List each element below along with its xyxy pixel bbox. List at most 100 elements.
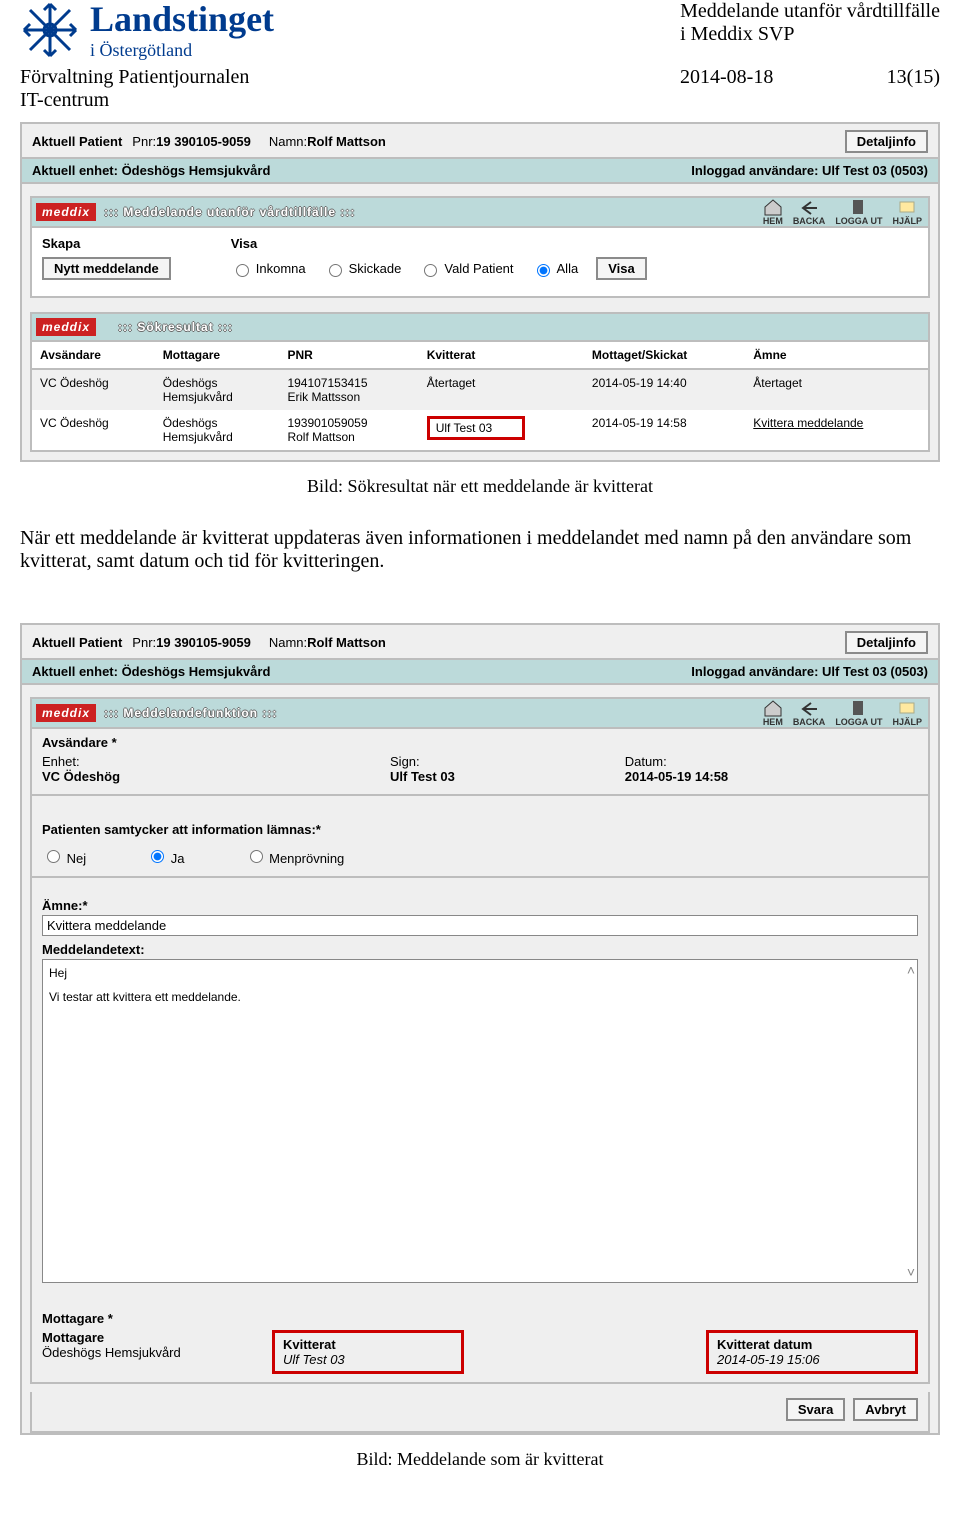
radio-inbox[interactable] (236, 264, 249, 277)
home-icon (763, 699, 783, 717)
radio-men[interactable] (250, 850, 263, 863)
ack-date-label: Kvitterat datum (717, 1337, 907, 1352)
radio-men-label: Menprövning (269, 851, 344, 866)
cell-recipient: Ödeshögs (163, 376, 272, 390)
table-row[interactable]: VC Ödeshög ÖdeshögsHemsjukvård 194107153… (32, 369, 928, 410)
nav-back-label: BACKA (793, 717, 826, 727)
cell-pnr: 193901059059 (287, 416, 410, 430)
col-pnr: PNR (279, 342, 418, 369)
logged-in-user: Inloggad användare: Ulf Test 03 (0503) (691, 664, 928, 679)
radio-sent[interactable] (329, 264, 342, 277)
consent-legend: Patienten samtycker att information lämn… (42, 822, 918, 837)
reply-button[interactable]: Svara (786, 1398, 845, 1421)
radio-patient-label: Vald Patient (444, 261, 513, 276)
sender-date-label: Datum: (625, 754, 728, 769)
doc-page: 13(15) (880, 66, 940, 112)
radio-all[interactable] (537, 264, 550, 277)
recipient-fieldset: Mottagare * Mottagare Ödeshögs Hemsjukvå… (30, 1303, 930, 1384)
sender-sign-label: Sign: (390, 754, 455, 769)
cell-dt: 2014-05-19 14:58 (584, 410, 745, 450)
nav-back-label: BACKA (793, 216, 826, 226)
app-panel-search: Aktuell Patient Pnr: 19 390105-9059 Namn… (20, 122, 940, 462)
message-label: Meddelandetext: (30, 936, 930, 959)
doc-date: 2014-08-18 (680, 66, 880, 112)
doc-title-right: Meddelande utanför vårdtillfälle i Meddi… (680, 0, 940, 46)
col-subject: Ämne (745, 342, 928, 369)
create-group: Skapa Nytt meddelande (42, 236, 171, 280)
nav-home[interactable]: HEM (763, 699, 783, 727)
doc-title-line1: Meddelande utanför vårdtillfälle (680, 0, 940, 23)
name-label: Namn: (269, 635, 307, 650)
results-table: Avsändare Mottagare PNR Kvitterat Mottag… (32, 342, 928, 450)
nav-logout-label: LOGGA UT (835, 216, 882, 226)
col-acknowledged: Kvitterat (419, 342, 584, 369)
name-value: Rolf Mattson (307, 134, 386, 149)
back-icon (799, 699, 819, 717)
cancel-button[interactable]: Avbryt (853, 1398, 918, 1421)
cell-recipient2: Hemsjukvård (163, 390, 272, 404)
msg-line1: Hej (49, 966, 911, 980)
cell-ack: Återtaget (419, 369, 584, 410)
nav-home-label: HEM (763, 717, 783, 727)
scroll-up-icon[interactable]: ˄ (907, 962, 915, 978)
nav-help[interactable]: HJÄLP (892, 198, 922, 226)
pnr-value: 19 390105-9059 (156, 134, 251, 149)
cell-dt: 2014-05-19 14:40 (584, 369, 745, 410)
radio-no-label: Nej (67, 851, 87, 866)
scroll-down-icon[interactable]: ˅ (907, 1264, 915, 1280)
nav-home[interactable]: HEM (763, 198, 783, 226)
patient-bar-label: Aktuell Patient (32, 635, 122, 650)
nav-logout[interactable]: LOGGA UT (835, 699, 882, 727)
nav-help[interactable]: HJÄLP (892, 699, 922, 727)
radio-no[interactable] (47, 850, 60, 863)
sender-legend: Avsändare * (42, 735, 918, 750)
radio-sent-label: Skickade (349, 261, 402, 276)
sender-unit: VC Ödeshög (42, 769, 120, 784)
figure-caption-1: Bild: Sökresultat när ett meddelande är … (20, 476, 940, 497)
help-icon (897, 699, 917, 717)
section-title-msg: ::: Meddelande utanför vårdtillfälle ::: (104, 205, 355, 219)
body-paragraph: När ett meddelande är kvitterat uppdater… (20, 527, 940, 573)
ack-by: Ulf Test 03 (283, 1352, 345, 1367)
detail-button[interactable]: Detaljinfo (845, 130, 928, 153)
doc-title-line2: i Meddix SVP (680, 23, 940, 46)
brand-block: Landstinget i Östergötland (20, 0, 274, 60)
radio-yes[interactable] (151, 850, 164, 863)
brand-subtitle: i Östergötland (90, 41, 274, 59)
detail-button[interactable]: Detaljinfo (845, 631, 928, 654)
new-message-button[interactable]: Nytt meddelande (42, 257, 171, 280)
sender-fieldset: Avsändare * Enhet:VC Ödeshög Sign:Ulf Te… (30, 729, 930, 796)
show-group: Visa Inkomna Skickade Vald Patient Alla … (231, 236, 647, 280)
section-title-msgfunc: ::: Meddelandefunktion ::: (104, 706, 277, 720)
pnr-label: Pnr: (132, 134, 156, 149)
patient-bar: Aktuell Patient Pnr: 19 390105-9059 Namn… (22, 124, 938, 159)
create-heading: Skapa (42, 236, 171, 251)
subject-input[interactable] (42, 915, 918, 936)
radio-patient[interactable] (424, 264, 437, 277)
message-textarea[interactable]: Hej Vi testar att kvittera ett meddeland… (42, 959, 918, 1283)
document-header: Landstinget i Östergötland Meddelande ut… (20, 0, 940, 60)
back-icon (799, 198, 819, 216)
current-unit: Aktuell enhet: Ödeshögs Hemsjukvård (32, 664, 270, 679)
snowflake-icon (20, 0, 80, 60)
table-row[interactable]: VC Ödeshög ÖdeshögsHemsjukvård 193901059… (32, 410, 928, 450)
col-sender: Avsändare (32, 342, 155, 369)
nav-back[interactable]: BACKA (793, 699, 826, 727)
cell-pnr-name: Erik Mattsson (287, 390, 410, 404)
cell-recipient: Ödeshögs (163, 416, 272, 430)
radio-inbox-label: Inkomna (256, 261, 306, 276)
cell-subject: Återtaget (745, 369, 928, 410)
name-value: Rolf Mattson (307, 635, 386, 650)
nav-back[interactable]: BACKA (793, 198, 826, 226)
nav-logout[interactable]: LOGGA UT (835, 198, 882, 226)
sender-unit-label: Enhet: (42, 754, 120, 769)
show-button[interactable]: Visa (596, 257, 647, 280)
cell-subject-link[interactable]: Kvittera meddelande (753, 416, 863, 430)
radio-all-label: Alla (557, 261, 579, 276)
cell-sender: VC Ödeshög (32, 410, 155, 450)
help-icon (897, 198, 917, 216)
pnr-label: Pnr: (132, 635, 156, 650)
radio-yes-label: Ja (171, 851, 185, 866)
meddix-logo: meddix (36, 203, 96, 221)
ack-date: 2014-05-19 15:06 (717, 1352, 820, 1367)
